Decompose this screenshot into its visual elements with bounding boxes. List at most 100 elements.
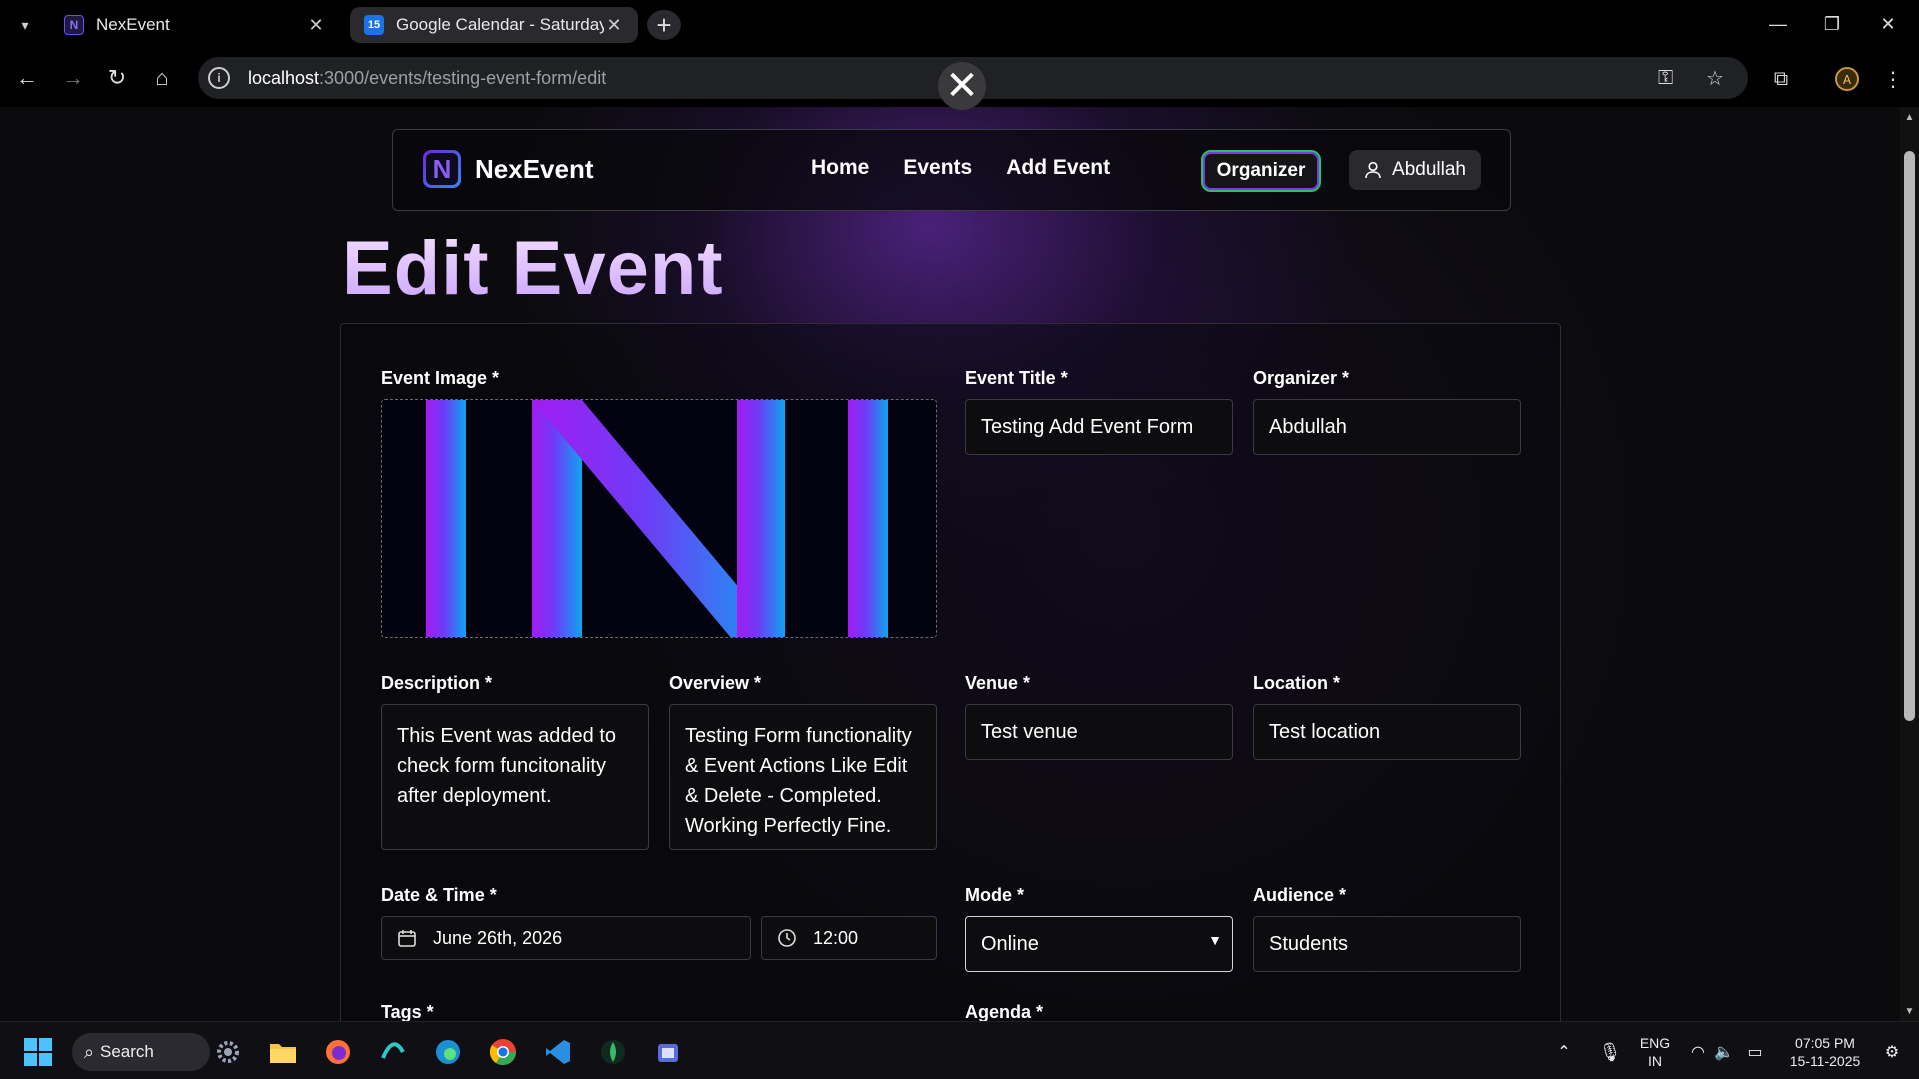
user-icon bbox=[1365, 161, 1381, 179]
overlay-close-icon[interactable]: ✕ bbox=[938, 62, 986, 110]
windows-start-icon[interactable] bbox=[20, 1034, 56, 1070]
page-scrollbar[interactable]: ▲ ▼ bbox=[1900, 107, 1919, 1021]
restore-icon[interactable]: ❐ bbox=[1812, 8, 1852, 40]
snipping-tool-icon[interactable] bbox=[650, 1034, 686, 1070]
scroll-thumb[interactable] bbox=[1904, 151, 1915, 721]
lang-bottom: IN bbox=[1648, 1053, 1662, 1069]
tab-close-icon[interactable]: ✕ bbox=[604, 15, 624, 36]
home-icon[interactable]: ⌂ bbox=[145, 61, 179, 95]
page-title: Edit Event bbox=[342, 226, 724, 311]
site-info-icon[interactable]: i bbox=[208, 67, 230, 89]
logo-letter: N bbox=[426, 153, 458, 185]
scroll-down-icon[interactable]: ▼ bbox=[1900, 1003, 1919, 1019]
clock-time: 07:05 PM bbox=[1795, 1035, 1855, 1051]
tab-title: NexEvent bbox=[96, 15, 170, 34]
description-textarea[interactable]: This Event was added to check form funci… bbox=[381, 704, 649, 850]
svg-text:A: A bbox=[1843, 73, 1852, 87]
back-arrow-icon[interactable]: ← bbox=[10, 61, 44, 95]
browser-tab-bar: ▾ N NexEvent ✕ 15 Google Calendar - Satu… bbox=[0, 0, 1919, 49]
organizer-label: Organizer * bbox=[1253, 368, 1350, 388]
clock-icon bbox=[778, 929, 796, 947]
description-label: Description * bbox=[381, 673, 493, 693]
page-viewport: N NexEvent Home Events Add Event Organiz… bbox=[0, 107, 1900, 1021]
tab-google-calendar[interactable]: 15 Google Calendar - Saturday, 15 ✕ bbox=[350, 7, 638, 43]
tab-search-chevron-icon[interactable]: ▾ bbox=[10, 12, 40, 38]
user-name: Abdullah bbox=[1392, 159, 1466, 180]
url-host: localhost bbox=[248, 67, 320, 88]
nav-link-add-event[interactable]: Add Event bbox=[1006, 156, 1110, 180]
lang-top: ENG bbox=[1639, 1035, 1671, 1051]
bookmark-star-icon[interactable]: ☆ bbox=[1706, 57, 1724, 99]
overview-label: Overview * bbox=[669, 673, 762, 693]
audience-input[interactable]: Students bbox=[1253, 916, 1521, 972]
tab-close-icon[interactable]: ✕ bbox=[306, 15, 326, 36]
windows-taskbar: ⌕ Search ⌃ 🎙 ENG IN ◠ 🔈 ▭ 07:05 PM 15-11… bbox=[0, 1021, 1919, 1079]
time-value: 12:00 bbox=[813, 927, 859, 948]
forward-arrow-icon[interactable]: → bbox=[56, 61, 90, 95]
tray-chevron-up-icon[interactable]: ⌃ bbox=[1546, 1034, 1582, 1070]
google-calendar-favicon-icon: 15 bbox=[364, 15, 384, 35]
reload-icon[interactable]: ↻ bbox=[100, 61, 134, 95]
file-explorer-icon[interactable] bbox=[265, 1034, 301, 1070]
event-image-dropzone[interactable] bbox=[381, 399, 937, 638]
language-indicator[interactable]: ENG IN bbox=[1635, 1034, 1675, 1070]
settings-gear-icon[interactable] bbox=[210, 1034, 246, 1070]
firefox-icon[interactable] bbox=[320, 1034, 356, 1070]
nav-links: Home Events Add Event bbox=[811, 156, 1110, 180]
venue-input[interactable]: Test venue bbox=[965, 704, 1233, 760]
brand[interactable]: N NexEvent bbox=[423, 150, 594, 188]
site-navbar: N NexEvent Home Events Add Event Organiz… bbox=[392, 129, 1511, 211]
microphone-icon[interactable]: 🎙 bbox=[1592, 1034, 1628, 1070]
taskbar-search[interactable]: ⌕ Search bbox=[72, 1033, 210, 1071]
chevron-down-icon: ▼ bbox=[1208, 932, 1222, 948]
chrome-icon[interactable] bbox=[485, 1034, 521, 1070]
notification-bell-icon[interactable]: ⚙ bbox=[1874, 1034, 1910, 1070]
minimize-icon[interactable]: — bbox=[1758, 8, 1798, 40]
clock-date: 15-11-2025 bbox=[1789, 1053, 1861, 1069]
password-key-icon[interactable]: ⚿ bbox=[1658, 57, 1673, 99]
tab-title: Google Calendar - Saturday, 15 bbox=[396, 15, 604, 34]
window-close-icon[interactable]: ✕ bbox=[1868, 8, 1908, 40]
datetime-label: Date & Time * bbox=[381, 885, 497, 905]
brand-name: NexEvent bbox=[475, 153, 594, 184]
tags-label: Tags * bbox=[381, 1002, 434, 1021]
mode-value: Online bbox=[981, 932, 1039, 955]
url-path: :3000/events/testing-event-form/edit bbox=[319, 67, 607, 88]
scroll-up-icon[interactable]: ▲ bbox=[1900, 109, 1919, 125]
battery-icon[interactable]: ▭ bbox=[1737, 1034, 1773, 1070]
time-picker[interactable]: 12:00 bbox=[761, 916, 937, 960]
date-picker[interactable]: June 26th, 2026 bbox=[381, 916, 751, 960]
date-value: June 26th, 2026 bbox=[433, 927, 563, 948]
browser-menu-icon[interactable]: ⋮ bbox=[1876, 62, 1910, 96]
new-tab-plus-icon[interactable]: + bbox=[647, 10, 681, 40]
location-input[interactable]: Test location bbox=[1253, 704, 1521, 760]
venue-label: Venue * bbox=[965, 673, 1031, 693]
organizer-input[interactable]: Abdullah bbox=[1253, 399, 1521, 455]
edge-icon[interactable] bbox=[430, 1034, 466, 1070]
clock[interactable]: 07:05 PM 15-11-2025 bbox=[1775, 1034, 1875, 1070]
extensions-puzzle-icon[interactable]: ⧉ bbox=[1764, 62, 1798, 96]
event-image-label: Event Image * bbox=[381, 368, 500, 388]
profile-avatar-icon[interactable]: A bbox=[1830, 62, 1864, 96]
taskbar-search-label: Search bbox=[100, 1042, 154, 1061]
nav-link-events[interactable]: Events bbox=[903, 156, 972, 180]
event-title-input[interactable]: Testing Add Event Form bbox=[965, 399, 1233, 455]
mode-label: Mode * bbox=[965, 885, 1025, 905]
audience-label: Audience * bbox=[1253, 885, 1347, 905]
overview-textarea[interactable]: Testing Form functionality & Event Actio… bbox=[669, 704, 937, 850]
organizer-button[interactable]: Organizer bbox=[1201, 150, 1321, 192]
location-label: Location * bbox=[1253, 673, 1341, 693]
mode-select[interactable]: Online ▼ bbox=[965, 916, 1233, 972]
nexevent-logo-icon: N bbox=[423, 150, 461, 188]
event-image-preview bbox=[382, 400, 936, 637]
event-title-label: Event Title * bbox=[965, 368, 1068, 388]
user-menu-button[interactable]: Abdullah bbox=[1349, 150, 1481, 190]
calendar-icon bbox=[398, 930, 416, 947]
url-text: localhost:3000/events/testing-event-form… bbox=[248, 68, 606, 89]
mongodb-compass-icon[interactable] bbox=[595, 1034, 631, 1070]
vscode-icon[interactable] bbox=[540, 1034, 576, 1070]
nav-link-home[interactable]: Home bbox=[811, 156, 869, 180]
tab-nexevent[interactable]: N NexEvent ✕ bbox=[50, 6, 340, 44]
browser-app-icon[interactable] bbox=[375, 1034, 411, 1070]
search-icon: ⌕ bbox=[84, 1041, 95, 1062]
